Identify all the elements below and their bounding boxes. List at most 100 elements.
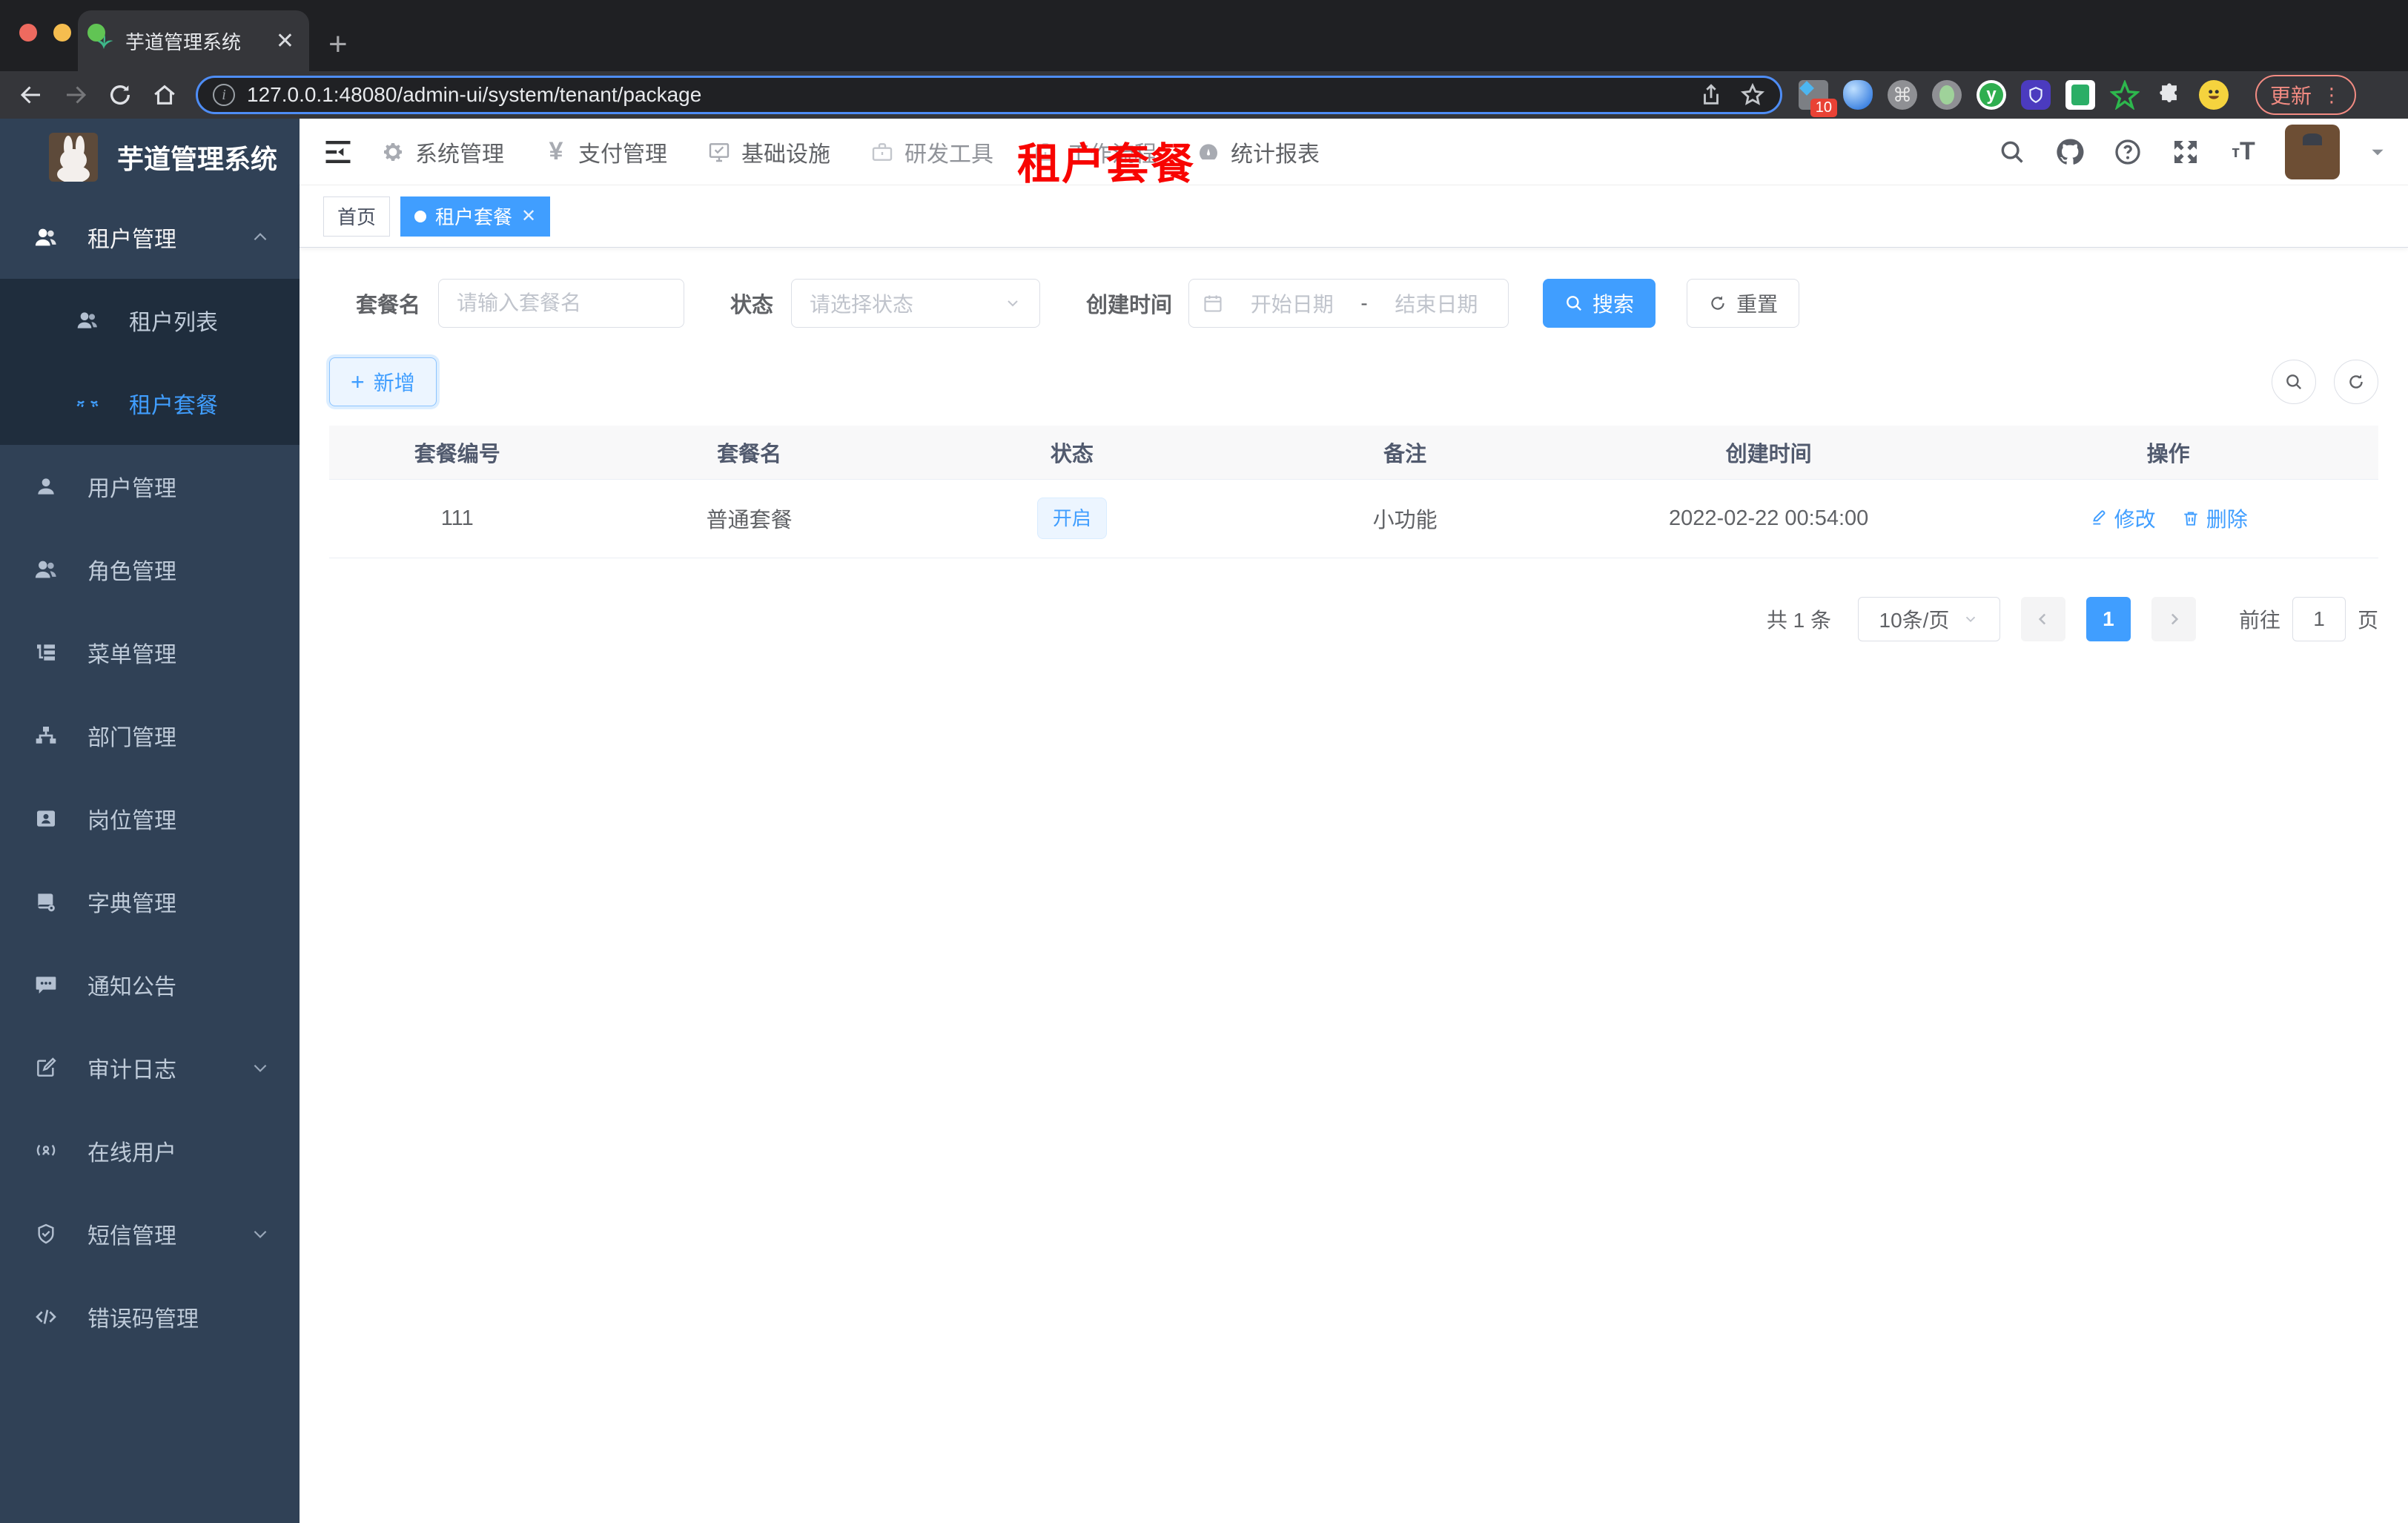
sidebar-item-notice[interactable]: 通知公告 xyxy=(0,943,300,1026)
extension-flag-icon[interactable] xyxy=(2065,80,2095,110)
fullscreen-icon[interactable] xyxy=(2169,136,2202,168)
sidebar-item-audit-log[interactable]: 审计日志 xyxy=(0,1026,300,1109)
sidebar-item-error-code[interactable]: 错误码管理 xyxy=(0,1275,300,1358)
date-range-picker[interactable]: 开始日期 - 结束日期 xyxy=(1188,279,1509,328)
sidebar-item-sms-management[interactable]: 短信管理 xyxy=(0,1192,300,1275)
sidebar-item-role-management[interactable]: 角色管理 xyxy=(0,528,300,611)
sidebar-item-tenant-package[interactable]: 租户套餐 xyxy=(0,362,300,445)
extension-green-dot-icon[interactable] xyxy=(1932,80,1962,110)
nav-statistics[interactable]: 统计报表 xyxy=(1195,136,1320,168)
browser-menu-icon[interactable]: ⋮ xyxy=(2322,84,2341,107)
url-text[interactable]: 127.0.0.1:48080/admin-ui/system/tenant/p… xyxy=(247,83,1687,107)
minimize-window-button[interactable] xyxy=(53,24,71,42)
forward-icon[interactable] xyxy=(56,76,95,114)
add-button[interactable]: + 新增 xyxy=(329,357,437,406)
font-size-icon[interactable]: тT xyxy=(2227,136,2260,168)
sidebar-item-department-management[interactable]: 部门管理 xyxy=(0,694,300,777)
window-controls[interactable] xyxy=(19,24,105,42)
prev-page-button[interactable] xyxy=(2020,596,2065,641)
col-package-id: 套餐编号 xyxy=(329,426,586,480)
filter-form: 套餐名 状态 请选择状态 创建时间 开始日期 - xyxy=(356,279,2378,328)
tab-close-icon[interactable]: ✕ xyxy=(276,28,294,54)
package-name-input[interactable] xyxy=(438,279,685,328)
browser-update-button[interactable]: 更新 ⋮ xyxy=(2255,75,2357,115)
extensions-puzzle-icon[interactable] xyxy=(2154,80,2184,110)
sidebar-item-tenant-management[interactable]: 租户管理 xyxy=(0,196,300,279)
tag-close-icon[interactable]: ✕ xyxy=(521,205,536,227)
profile-avatar-icon[interactable] xyxy=(2199,80,2229,110)
sidebar-item-dict-management[interactable]: 字典管理 xyxy=(0,860,300,943)
hide-search-icon[interactable] xyxy=(2272,360,2316,404)
nav-workflow[interactable]: 工作流程 xyxy=(1032,136,1157,168)
pagination: 共 1 条 10条/页 1 前往 页 xyxy=(329,596,2378,641)
reset-button[interactable]: 重置 xyxy=(1687,279,1800,328)
reload-icon[interactable] xyxy=(101,76,139,114)
yen-icon: ¥ xyxy=(549,137,563,165)
extensions-row: 10 ⌘ y 更新 ⋮ xyxy=(1799,75,2357,117)
nav-payment-management[interactable]: ¥ 支付管理 xyxy=(543,136,667,168)
sidebar-item-online-users[interactable]: 在线用户 xyxy=(0,1109,300,1192)
browser-toolbar: i 127.0.0.1:48080/admin-ui/system/tenant… xyxy=(0,71,2408,119)
page-size-select[interactable]: 10条/页 xyxy=(1857,596,2000,641)
sidebar-item-post-management[interactable]: 岗位管理 xyxy=(0,777,300,860)
bookmark-star-icon[interactable] xyxy=(1740,82,1765,108)
sidebar-item-user-management[interactable]: 用户管理 xyxy=(0,445,300,528)
home-icon[interactable] xyxy=(145,76,184,114)
start-date-placeholder[interactable]: 开始日期 xyxy=(1234,288,1350,318)
new-tab-button[interactable]: + xyxy=(328,28,348,61)
relaxed-eyes-icon xyxy=(74,390,101,417)
select-caret-icon xyxy=(1962,611,1979,627)
nav-dev-tools[interactable]: 研发工具 xyxy=(869,136,993,168)
refresh-icon[interactable] xyxy=(2334,360,2378,404)
col-remark: 备注 xyxy=(1231,426,1580,480)
search-button[interactable]: 搜索 xyxy=(1543,279,1656,328)
user-avatar[interactable] xyxy=(2285,124,2340,179)
users-icon xyxy=(33,224,59,251)
share-icon[interactable] xyxy=(1698,82,1724,108)
extension-command-icon[interactable]: ⌘ xyxy=(1888,80,1917,110)
table-header-row: 套餐编号 套餐名 状态 备注 创建时间 操作 xyxy=(329,426,2378,480)
gear-icon xyxy=(380,139,406,165)
extension-tag-manager-icon[interactable]: 10 xyxy=(1799,80,1837,117)
site-info-icon[interactable]: i xyxy=(213,84,235,106)
nav-system-management[interactable]: 系统管理 xyxy=(380,136,504,168)
chevron-up-icon xyxy=(251,228,270,247)
tree-list-icon xyxy=(33,639,59,666)
delete-link[interactable]: 删除 xyxy=(2181,503,2248,533)
next-page-button[interactable] xyxy=(2151,596,2196,641)
nav-infrastructure[interactable]: 基础设施 xyxy=(706,136,830,168)
tags-view: 首页 租户套餐 ✕ xyxy=(300,185,2408,248)
extension-gem-icon[interactable] xyxy=(1843,80,1873,110)
close-window-button[interactable] xyxy=(19,24,37,42)
extension-y-icon[interactable]: y xyxy=(1977,80,2006,110)
maximize-window-button[interactable] xyxy=(87,24,105,42)
help-icon[interactable] xyxy=(2111,136,2144,168)
user-icon xyxy=(33,473,59,500)
tag-tenant-package[interactable]: 租户套餐 ✕ xyxy=(400,196,551,237)
user-menu-caret-icon[interactable] xyxy=(2368,142,2387,162)
url-bar[interactable]: i 127.0.0.1:48080/admin-ui/system/tenant… xyxy=(196,76,1782,114)
col-package-name: 套餐名 xyxy=(585,426,913,480)
status-select[interactable]: 请选择状态 xyxy=(791,279,1041,328)
sidebar: 芋道管理系统 租户管理 租户列表 租户套餐 用户管理 角色管理 菜单管理 部门管… xyxy=(0,119,300,1523)
calendar-icon xyxy=(1203,293,1223,314)
table-row: 111 普通套餐 开启 小功能 2022-02-22 00:54:00 修改 删… xyxy=(329,479,2378,558)
end-date-placeholder[interactable]: 结束日期 xyxy=(1378,288,1495,318)
sidebar-item-menu-management[interactable]: 菜单管理 xyxy=(0,611,300,694)
extension-star-icon[interactable] xyxy=(2110,80,2140,110)
page-number-1[interactable]: 1 xyxy=(2086,596,2131,641)
sidebar-item-tenant-list[interactable]: 租户列表 xyxy=(0,279,300,362)
edit-link[interactable]: 修改 xyxy=(2089,503,2156,533)
github-icon[interactable] xyxy=(2054,136,2086,168)
goto-page-input[interactable] xyxy=(2292,596,2346,641)
tag-home[interactable]: 首页 xyxy=(323,196,391,237)
sidebar-collapse-icon[interactable] xyxy=(322,136,354,168)
back-icon[interactable] xyxy=(12,76,50,114)
toolbox-icon xyxy=(869,139,896,165)
app-logo[interactable]: 芋道管理系统 xyxy=(0,119,300,196)
tab-title: 芋道管理系统 xyxy=(125,30,242,53)
browser-tab[interactable]: 芋道管理系统 ✕ xyxy=(78,10,309,71)
create-time-label: 创建时间 xyxy=(1086,294,1173,317)
search-icon[interactable] xyxy=(1996,136,2028,168)
extension-shield-icon[interactable] xyxy=(2021,80,2051,110)
